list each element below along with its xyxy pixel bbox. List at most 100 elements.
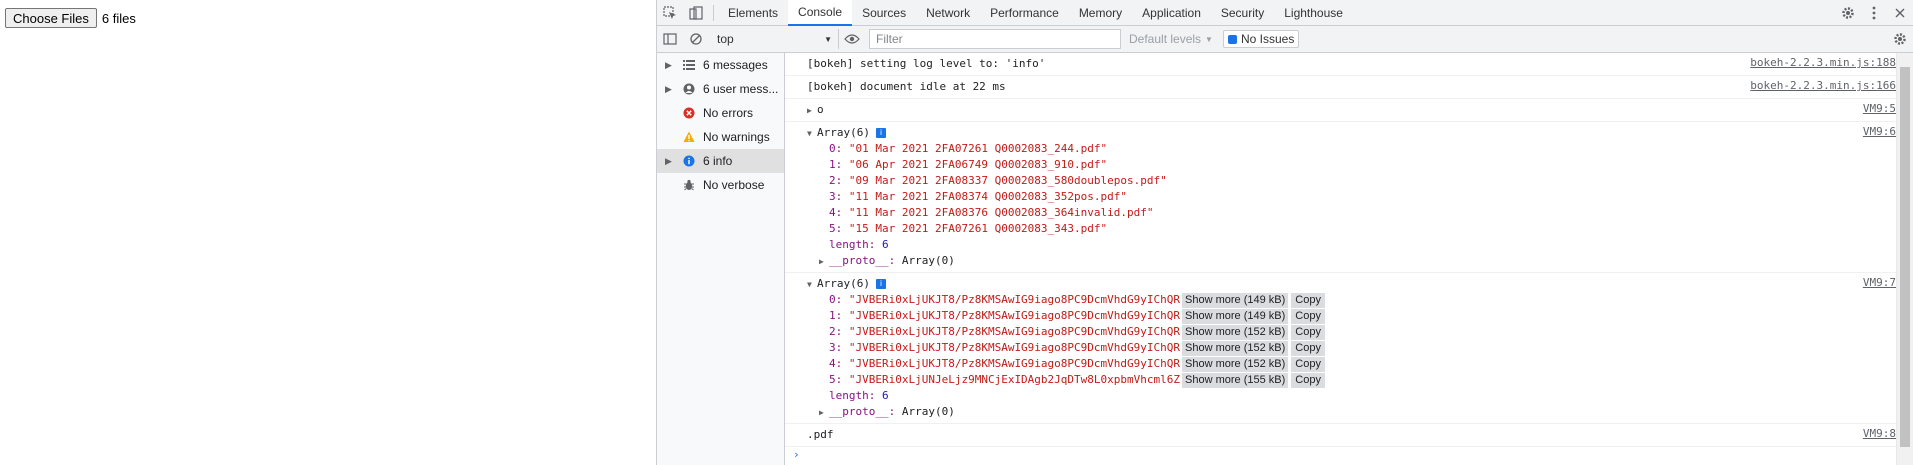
tab-performance[interactable]: Performance bbox=[980, 0, 1069, 26]
object-row[interactable]: ▶ o bbox=[807, 102, 1896, 118]
show-more-button[interactable]: Show more (152 kB) bbox=[1182, 341, 1289, 356]
info-badge-icon[interactable]: i bbox=[875, 279, 886, 289]
length-key: length: bbox=[829, 238, 876, 251]
tabbar-right-actions bbox=[1835, 0, 1913, 26]
choose-files-button[interactable]: Choose Files bbox=[5, 8, 97, 28]
settings-gear-icon[interactable] bbox=[1835, 0, 1861, 26]
sidebar-item-label: 6 messages bbox=[703, 58, 768, 72]
copy-button[interactable]: Copy bbox=[1291, 325, 1325, 340]
sidebar-item-user-messages[interactable]: ▶ 6 user mess... bbox=[657, 77, 784, 101]
sidebar-item-label: 6 info bbox=[703, 154, 733, 168]
console-scrollbar[interactable] bbox=[1896, 53, 1913, 465]
tab-network[interactable]: Network bbox=[916, 0, 980, 26]
console-prompt-input[interactable]: › bbox=[785, 447, 1896, 463]
copy-button[interactable]: Copy bbox=[1291, 293, 1325, 308]
clear-console-icon[interactable] bbox=[683, 26, 709, 52]
show-more-button[interactable]: Show more (152 kB) bbox=[1182, 357, 1289, 372]
show-more-button[interactable]: Show more (152 kB) bbox=[1182, 325, 1289, 340]
device-toolbar-icon[interactable] bbox=[683, 0, 709, 26]
tab-security[interactable]: Security bbox=[1211, 0, 1274, 26]
item-value: "06 Apr 2021 2FA06749 Q0002083_910.pdf" bbox=[848, 158, 1108, 171]
dropdown-triangle-icon: ▼ bbox=[1205, 34, 1213, 44]
array-item: 2: "09 Mar 2021 2FA08337 Q0002083_580dou… bbox=[807, 173, 1896, 189]
expand-triangle-icon: ▶ bbox=[819, 408, 824, 417]
source-link[interactable]: bokeh-2.2.3.min.js:188 bbox=[1750, 56, 1896, 69]
error-icon bbox=[681, 105, 697, 121]
proto-key: __proto__: bbox=[829, 405, 896, 418]
collapse-triangle-icon: ▼ bbox=[807, 280, 812, 289]
log-levels-dropdown[interactable]: Default levels ▼ bbox=[1129, 32, 1213, 46]
console-message: [bokeh] document idle at 22 ms bokeh-2.2… bbox=[785, 76, 1896, 99]
tab-sources[interactable]: Sources bbox=[852, 0, 916, 26]
item-value: "09 Mar 2021 2FA08337 Q0002083_580double… bbox=[848, 174, 1167, 187]
source-link[interactable]: bokeh-2.2.3.min.js:166 bbox=[1750, 79, 1896, 92]
show-more-button[interactable]: Show more (149 kB) bbox=[1182, 309, 1289, 324]
sidebar-item-warnings[interactable]: No warnings bbox=[657, 125, 784, 149]
source-link[interactable]: VM9:5 bbox=[1863, 102, 1896, 115]
inspect-element-icon[interactable] bbox=[657, 0, 683, 26]
array-item: 1: "JVBERi0xLjUKJT8/Pz8KMSAwIG9iago8PC9D… bbox=[807, 308, 1896, 324]
console-message: ▼ Array(6) i VM9:7 0: "JVBERi0xLjUKJT8/Pz8… bbox=[785, 273, 1896, 424]
item-value: "JVBERi0xLjUKJT8/Pz8KMSAwIG9iago8PC9DcmV… bbox=[848, 309, 1181, 322]
devtools-tabbar: Elements Console Sources Network Perform… bbox=[657, 0, 1913, 26]
sidebar-item-info[interactable]: ▶ 6 info bbox=[657, 149, 784, 173]
message-text: .pdf bbox=[807, 428, 834, 441]
source-link[interactable]: VM9:8 bbox=[1863, 427, 1896, 440]
dropdown-triangle-icon: ▼ bbox=[824, 34, 832, 44]
context-selector[interactable]: top ▼ bbox=[709, 29, 839, 49]
sidebar-item-verbose[interactable]: No verbose bbox=[657, 173, 784, 197]
file-input-row: Choose Files 6 files bbox=[5, 8, 136, 28]
item-key: 1: bbox=[829, 158, 843, 171]
tab-application[interactable]: Application bbox=[1132, 0, 1211, 26]
array-length: length: 6 bbox=[807, 237, 1896, 253]
item-value: "01 Mar 2021 2FA07261 Q0002083_244.pdf" bbox=[848, 142, 1108, 155]
item-key: 4: bbox=[829, 206, 843, 219]
console-message: ▶ o VM9:5 bbox=[785, 99, 1896, 122]
copy-button[interactable]: Copy bbox=[1291, 309, 1325, 324]
console-message: ▼ Array(6) i VM9:6 0: "01 Mar 2021 2FA0726… bbox=[785, 122, 1896, 273]
array-header[interactable]: ▼ Array(6) i bbox=[807, 125, 1896, 141]
array-proto[interactable]: ▶ __proto__: Array(0) bbox=[807, 404, 1896, 420]
tab-console[interactable]: Console bbox=[788, 0, 853, 26]
item-key: 0: bbox=[829, 142, 843, 155]
array-header[interactable]: ▼ Array(6) i bbox=[807, 276, 1896, 292]
info-badge-icon[interactable]: i bbox=[875, 128, 886, 138]
tab-memory[interactable]: Memory bbox=[1069, 0, 1132, 26]
toggle-sidebar-icon[interactable] bbox=[657, 26, 683, 52]
show-more-button[interactable]: Show more (149 kB) bbox=[1182, 293, 1289, 308]
copy-button[interactable]: Copy bbox=[1291, 357, 1325, 372]
list-icon bbox=[681, 57, 697, 73]
item-value: "11 Mar 2021 2FA08374 Q0002083_352pos.pd… bbox=[848, 190, 1128, 203]
tab-lighthouse[interactable]: Lighthouse bbox=[1274, 0, 1353, 26]
tab-elements[interactable]: Elements bbox=[718, 0, 788, 26]
sidebar-item-label: No warnings bbox=[703, 130, 770, 144]
source-link[interactable]: VM9:7 bbox=[1863, 276, 1896, 289]
more-options-icon[interactable] bbox=[1861, 0, 1887, 26]
log-levels-label: Default levels bbox=[1129, 32, 1202, 46]
live-expression-eye-icon[interactable] bbox=[839, 26, 865, 52]
issues-button[interactable]: No Issues bbox=[1222, 30, 1300, 48]
context-label: top bbox=[717, 32, 734, 46]
item-key: 0: bbox=[829, 293, 843, 306]
expand-triangle-icon: ▶ bbox=[807, 106, 812, 115]
show-more-button[interactable]: Show more (155 kB) bbox=[1182, 373, 1289, 388]
sidebar-item-messages[interactable]: ▶ 6 messages bbox=[657, 53, 784, 77]
console-sidebar: ▶ 6 messages ▶ 6 user mess... No errors bbox=[657, 53, 785, 465]
issues-label: No Issues bbox=[1240, 32, 1295, 46]
warning-icon bbox=[681, 129, 697, 145]
array-proto[interactable]: ▶ __proto__: Array(0) bbox=[807, 253, 1896, 269]
source-link[interactable]: VM9:6 bbox=[1863, 125, 1896, 138]
console-settings-gear-icon[interactable] bbox=[1887, 26, 1913, 52]
message-text: o bbox=[817, 103, 824, 116]
close-icon[interactable] bbox=[1887, 0, 1913, 26]
array-item: 0: "JVBERi0xLjUKJT8/Pz8KMSAwIG9iago8PC9D… bbox=[807, 292, 1896, 308]
length-value: 6 bbox=[881, 389, 889, 402]
array-item: 4: "JVBERi0xLjUKJT8/Pz8KMSAwIG9iago8PC9D… bbox=[807, 356, 1896, 372]
scrollbar-thumb[interactable] bbox=[1900, 67, 1910, 447]
sidebar-item-errors[interactable]: No errors bbox=[657, 101, 784, 125]
item-key: 3: bbox=[829, 190, 843, 203]
filter-input[interactable]: Filter bbox=[869, 29, 1121, 49]
copy-button[interactable]: Copy bbox=[1291, 341, 1325, 356]
expand-caret-icon: ▶ bbox=[665, 59, 672, 70]
copy-button[interactable]: Copy bbox=[1291, 373, 1325, 388]
